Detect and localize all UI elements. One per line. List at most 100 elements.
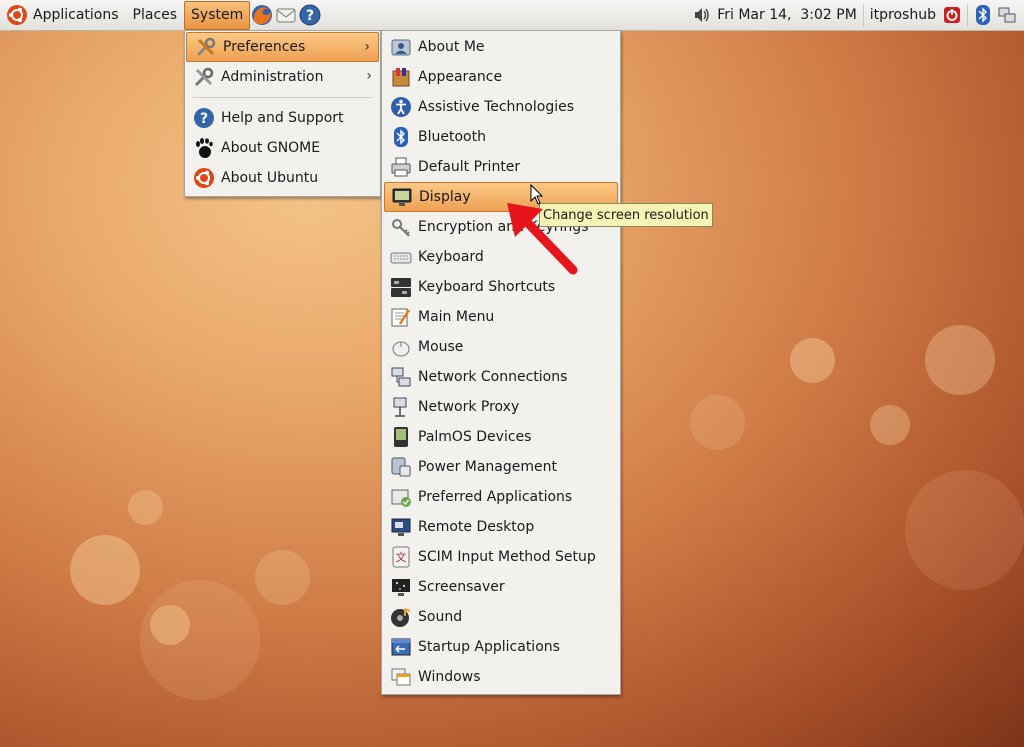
menu-item-about-ubuntu[interactable]: About Ubuntu	[185, 163, 380, 193]
menu-item-default-printer[interactable]: Default Printer	[382, 152, 620, 182]
menu-item-label: Preferences	[223, 39, 306, 55]
volume-icon[interactable]	[691, 4, 713, 26]
menu-item-label: Appearance	[418, 69, 503, 85]
system-label: System	[191, 7, 244, 23]
system-menu[interactable]: System	[184, 0, 251, 30]
clock[interactable]: Fri Mar 14, 3:02 PM	[717, 7, 857, 23]
menu-item-remote-desktop[interactable]: Remote Desktop	[382, 512, 620, 542]
menu-item-label: PalmOS Devices	[418, 429, 532, 445]
menu-item-label: Keyboard	[418, 249, 484, 265]
wallpaper-bokeh	[905, 470, 1024, 590]
menu-item-network-proxy[interactable]: Network Proxy	[382, 392, 620, 422]
svg-text:文: 文	[396, 550, 407, 564]
sound-icon	[390, 606, 412, 628]
ubuntu-logo-icon	[6, 4, 28, 26]
menu-item-startup-applications[interactable]: Startup Applications	[382, 632, 620, 662]
wallpaper-bokeh	[925, 325, 995, 395]
menu-item-label: Startup Applications	[418, 639, 560, 655]
top-panel: Applications Places System ? Fri Mar 14,…	[0, 0, 1024, 31]
bluetooth-icon	[390, 126, 412, 148]
menu-item-label: Power Management	[418, 459, 558, 475]
menu-item-label: Administration	[221, 69, 324, 85]
mail-icon[interactable]	[275, 4, 297, 26]
menu-item-network-connections[interactable]: Network Connections	[382, 362, 620, 392]
printer-icon	[390, 156, 412, 178]
panel-separator	[862, 4, 864, 26]
menu-item-label: Help and Support	[221, 110, 344, 126]
wallpaper-bokeh	[128, 490, 163, 525]
menu-item-label: Screensaver	[418, 579, 505, 595]
menu-item-about-me[interactable]: About Me	[382, 32, 620, 62]
menu-item-help-and-support[interactable]: ? Help and Support	[185, 103, 380, 133]
submenu-arrow-icon: ›	[364, 39, 370, 55]
menu-item-about-gnome[interactable]: About GNOME	[185, 133, 380, 163]
bluetooth-icon[interactable]	[972, 4, 994, 26]
network-icon[interactable]	[996, 4, 1018, 26]
menu-item-label: Assistive Technologies	[418, 99, 575, 115]
main-menu-icon	[390, 306, 412, 328]
menu-item-label: About Ubuntu	[221, 170, 319, 186]
menu-separator	[193, 97, 372, 98]
panel-separator	[967, 4, 968, 26]
administration-icon	[193, 66, 215, 88]
menu-item-sound[interactable]: Sound	[382, 602, 620, 632]
menu-item-screensaver[interactable]: Screensaver	[382, 572, 620, 602]
gnome-foot-icon	[193, 137, 215, 159]
submenu-arrow-icon: ›	[366, 68, 372, 84]
system-menu-dropdown: Preferences › Administration › ? Help an…	[184, 30, 381, 197]
network-proxy-icon	[390, 396, 412, 418]
menu-item-label: Keyboard Shortcuts	[418, 279, 556, 295]
wallpaper-bokeh	[70, 535, 140, 605]
menu-item-label: Default Printer	[418, 159, 521, 175]
menu-item-main-menu[interactable]: Main Menu	[382, 302, 620, 332]
places-menu[interactable]: Places	[126, 2, 185, 29]
menu-item-palmos-devices[interactable]: PalmOS Devices	[382, 422, 620, 452]
accessibility-icon	[390, 96, 412, 118]
ubuntu-logo-icon	[193, 167, 215, 189]
help-icon[interactable]: ?	[299, 4, 321, 26]
svg-text:?: ?	[306, 8, 314, 24]
menu-item-windows[interactable]: Windows	[382, 662, 620, 692]
remote-desktop-icon	[390, 516, 412, 538]
menu-item-label: Network Connections	[418, 369, 568, 385]
shutdown-icon[interactable]	[941, 4, 963, 26]
menu-item-label: Mouse	[418, 339, 464, 355]
menu-item-power-management[interactable]: Power Management	[382, 452, 620, 482]
wallpaper-bokeh	[870, 405, 910, 445]
menu-item-label: Preferred Applications	[418, 489, 573, 505]
menu-item-label: About Me	[418, 39, 485, 55]
menu-item-assistive-technologies[interactable]: Assistive Technologies	[382, 92, 620, 122]
menu-item-label: Sound	[418, 609, 463, 625]
menu-item-preferred-applications[interactable]: Preferred Applications	[382, 482, 620, 512]
red-arrow-annotation	[507, 203, 578, 275]
wallpaper-bokeh	[150, 605, 190, 645]
display-icon	[391, 186, 413, 208]
applications-label: Applications	[33, 7, 119, 23]
places-label: Places	[132, 7, 178, 23]
firefox-icon[interactable]	[251, 4, 273, 26]
windows-icon	[390, 666, 412, 688]
menu-item-mouse[interactable]: Mouse	[382, 332, 620, 362]
svg-text:?: ?	[200, 111, 208, 127]
user-name[interactable]: itproshub	[870, 7, 936, 23]
applications-menu[interactable]: Applications	[0, 2, 126, 29]
menu-item-bluetooth[interactable]: Bluetooth	[382, 122, 620, 152]
menu-item-label: Main Menu	[418, 309, 495, 325]
panel-status-area: Fri Mar 14, 3:02 PM itproshub	[690, 0, 1024, 30]
encryption-icon	[390, 216, 412, 238]
menu-item-label: About GNOME	[221, 140, 321, 156]
about-me-icon	[390, 36, 412, 58]
mouse-pointer-icon	[530, 184, 544, 205]
menu-item-label: Network Proxy	[418, 399, 520, 415]
wallpaper-bokeh	[255, 550, 310, 605]
menu-item-label: Display	[419, 189, 471, 205]
wallpaper-bokeh	[690, 395, 745, 450]
menu-item-label: Bluetooth	[418, 129, 486, 145]
menu-item-appearance[interactable]: Appearance	[382, 62, 620, 92]
keyboard-shortcuts-icon	[390, 276, 412, 298]
scim-icon: 文	[390, 546, 412, 568]
menu-item-scim-input-method-setup[interactable]: 文 SCIM Input Method Setup	[382, 542, 620, 572]
palm-device-icon	[390, 426, 412, 448]
menu-item-preferences[interactable]: Preferences ›	[186, 32, 379, 62]
menu-item-administration[interactable]: Administration ›	[185, 62, 380, 92]
